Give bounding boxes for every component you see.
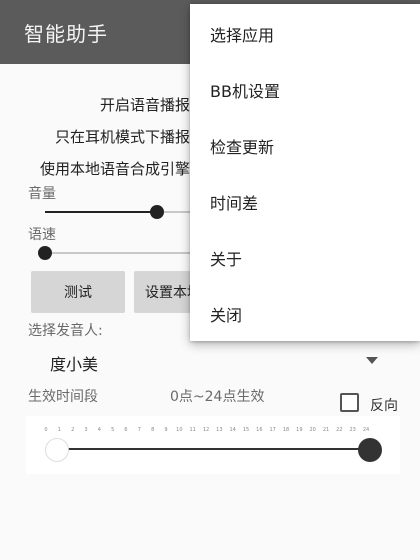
tick-label: 8	[151, 427, 155, 433]
tick-label: 5	[111, 427, 115, 433]
tick-label: 10	[176, 427, 183, 433]
menu-item-pager-settings[interactable]: BB机设置	[210, 78, 280, 102]
time-range-label: 生效时间段	[28, 389, 98, 405]
range-track[interactable]	[57, 448, 370, 450]
range-end-thumb[interactable]	[358, 438, 382, 462]
test-button[interactable]: 测试	[31, 271, 125, 313]
tick-labels: 0 1 2 3 4 5 6 7 8 9 10 11 12 13 14 15 16 17 18 19 20 21 22 23 24	[44, 427, 369, 435]
tick-label: 2	[71, 427, 75, 433]
tick-label: 7	[137, 427, 141, 433]
tick-label: 0	[44, 427, 48, 433]
volume-track-filled[interactable]	[45, 211, 157, 213]
tick-label: 22	[336, 427, 343, 433]
reverse-checkbox[interactable]	[340, 393, 359, 412]
tick-label: 4	[97, 427, 101, 433]
headphone-only-text[interactable]: 只在耳机模式下播报	[0, 126, 190, 147]
tick-label: 3	[84, 427, 88, 433]
menu-item-check-update[interactable]: 检查更新	[210, 134, 274, 158]
local-engine-text[interactable]: 使用本地语音合成引擎	[0, 158, 190, 179]
tick-label: 18	[282, 427, 290, 433]
tick-label: 21	[322, 427, 330, 433]
reverse-label: 反向	[370, 398, 398, 414]
volume-label: 音量	[28, 186, 56, 202]
menu-item-close[interactable]: 关闭	[210, 302, 242, 326]
tick-label: 19	[296, 427, 303, 433]
tick-label: 12	[202, 427, 210, 433]
tick-label: 9	[164, 427, 168, 433]
time-range-value: 0点~24点生效	[170, 389, 265, 405]
tick-label: 24	[362, 427, 370, 433]
speed-slider-thumb[interactable]	[38, 246, 52, 260]
app-title: 智能助手	[24, 22, 108, 46]
tick-label: 13	[216, 427, 223, 433]
tick-label: 14	[229, 427, 236, 433]
chevron-down-icon[interactable]	[366, 357, 378, 364]
tick-label: 23	[349, 427, 356, 433]
menu-item-time-offset[interactable]: 时间差	[210, 190, 258, 214]
tick-label: 15	[242, 427, 250, 433]
volume-slider-thumb[interactable]	[150, 205, 164, 219]
time-range-slider: 0 1 2 3 4 5 6 7 8 9 10 11 12 13 14 15 16 17 18 19 20 21 22 23 24	[26, 416, 400, 474]
tick-label: 1	[57, 427, 61, 433]
speed-label: 语速	[28, 227, 56, 243]
menu-item-about[interactable]: 关于	[210, 246, 242, 270]
tick-label: 17	[269, 427, 276, 433]
tick-label: 11	[189, 427, 196, 433]
broadcast-toggle-text[interactable]: 开启语音播报	[0, 94, 190, 115]
tick-label: 20	[309, 427, 316, 433]
overflow-menu: 选择应用 BB机设置 检查更新 时间差 关于 关闭	[190, 4, 420, 341]
tick-label: 6	[124, 427, 128, 433]
menu-item-select-app[interactable]: 选择应用	[210, 22, 274, 46]
speed-track[interactable]	[45, 252, 190, 254]
range-start-thumb[interactable]	[45, 438, 69, 462]
speaker-select[interactable]: 度小美	[50, 351, 98, 375]
speaker-label: 选择发音人:	[28, 323, 103, 339]
tick-label: 16	[256, 427, 263, 433]
